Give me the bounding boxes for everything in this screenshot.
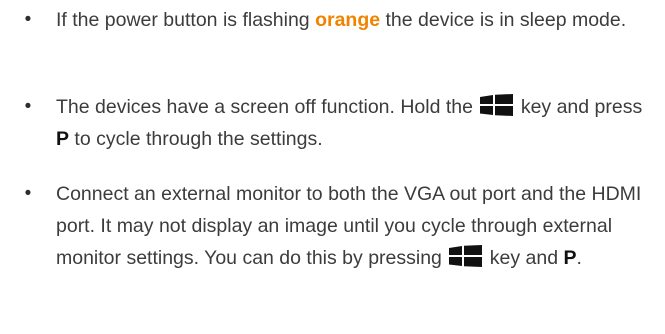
item-text-part: The devices have a screen off function. …	[56, 96, 479, 118]
item-text: Connect an external monitor to both the …	[56, 178, 658, 274]
key-letter: P	[56, 128, 70, 150]
item-text: If the power button is flashing orange t…	[56, 4, 658, 36]
windows-key-icon	[449, 245, 483, 267]
item-text-part: key and	[484, 247, 564, 269]
instructions-document: • If the power button is flashing orange…	[0, 0, 665, 334]
item-text-part: the device is in sleep mode.	[380, 9, 627, 31]
key-letter: P	[563, 247, 577, 269]
windows-key-icon	[480, 94, 514, 116]
item-text-part: If the power button is flashing	[56, 9, 316, 31]
item-text-part: .	[576, 247, 582, 269]
item-text-part: key and press	[515, 96, 643, 118]
item-text: The devices have a screen off function. …	[56, 91, 658, 155]
bullet-dot: •	[24, 96, 32, 117]
orange-highlight: orange	[315, 9, 381, 31]
bullet-dot: •	[24, 183, 32, 204]
bullet-dot: •	[24, 9, 32, 30]
item-text-part: to cycle through the settings.	[69, 128, 323, 150]
